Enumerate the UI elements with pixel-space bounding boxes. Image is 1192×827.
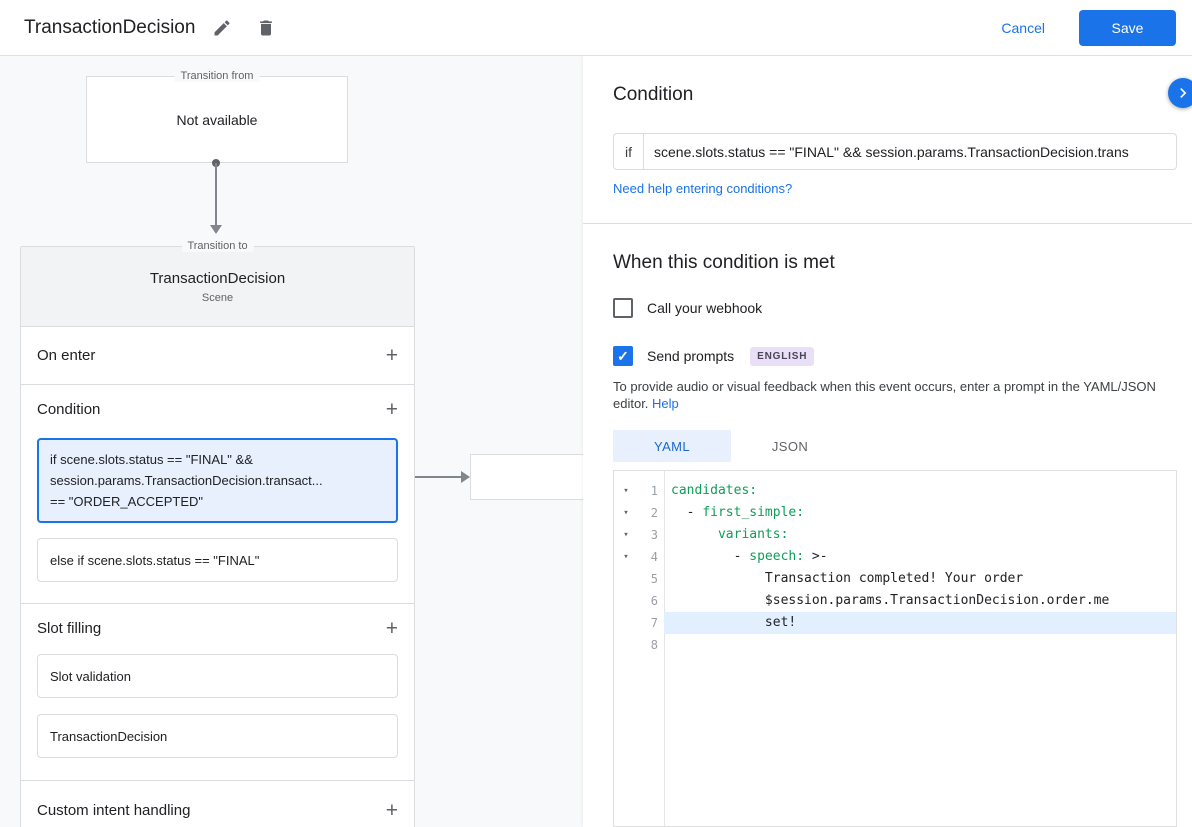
line-number: 2: [638, 506, 664, 520]
connector-line-vertical: [215, 163, 217, 225]
code-text: - first_simple:: [664, 502, 1176, 524]
fold-arrow-icon[interactable]: ▾: [614, 552, 638, 562]
condition-section-label: Condition: [37, 401, 100, 418]
edit-title-button[interactable]: [205, 11, 239, 45]
language-badge: ENGLISH: [750, 347, 814, 366]
transition-to-label: Transition to: [181, 240, 253, 252]
arrow-down-icon: [210, 225, 222, 234]
condition-section-header: Condition +: [21, 385, 414, 433]
slot-card[interactable]: TransactionDecision: [37, 714, 398, 758]
slot-card[interactable]: Slot validation: [37, 654, 398, 698]
trash-icon: [256, 18, 276, 38]
condition-line: else if scene.slots.status == "FINAL": [50, 553, 259, 568]
code-text: candidates:: [664, 480, 1176, 502]
condition-line: if scene.slots.status == "FINAL" &&: [50, 449, 385, 470]
call-webhook-row: Call your webhook: [613, 298, 762, 318]
send-prompts-checkbox[interactable]: [613, 346, 633, 366]
send-prompts-label: Send prompts: [647, 348, 734, 364]
condition-card[interactable]: else if scene.slots.status == "FINAL": [37, 538, 398, 582]
transition-from-box: Transition from Not available: [86, 76, 348, 163]
top-bar: TransactionDecision Cancel Save: [0, 0, 1192, 56]
add-slot-button[interactable]: +: [386, 618, 398, 639]
add-condition-button[interactable]: +: [386, 399, 398, 420]
code-text: $session.params.TransactionDecision.orde…: [664, 590, 1176, 612]
code-line[interactable]: 8: [614, 634, 1176, 656]
description-text: To provide audio or visual feedback when…: [613, 379, 1156, 411]
custom-intent-row[interactable]: Custom intent handling +: [21, 781, 414, 827]
editor-tab-bar: YAML JSON: [613, 430, 849, 462]
code-text: - speech: >-: [664, 546, 1176, 568]
code-text: variants:: [664, 524, 1176, 546]
yaml-editor[interactable]: ▾1candidates:▾2 - first_simple:▾3 varian…: [613, 470, 1177, 827]
page-title: TransactionDecision: [24, 17, 195, 39]
linked-node-box[interactable]: [470, 454, 587, 500]
topbar-actions: Cancel Save: [981, 10, 1176, 46]
condition-line: == "ORDER_ACCEPTED": [50, 491, 385, 512]
tab-yaml[interactable]: YAML: [613, 430, 731, 462]
code-text: set!: [664, 612, 1176, 634]
collapse-panel-button[interactable]: [1168, 78, 1192, 108]
slot-filling-section-header: Slot filling +: [21, 604, 414, 652]
condition-section: Condition + if scene.slots.status == "FI…: [21, 385, 414, 604]
line-number: 8: [638, 638, 664, 652]
line-number: 3: [638, 528, 664, 542]
fold-arrow-icon[interactable]: ▾: [614, 508, 638, 518]
send-prompts-row: Send prompts ENGLISH: [613, 346, 814, 366]
cancel-button[interactable]: Cancel: [981, 12, 1065, 44]
code-text: [664, 634, 1176, 656]
slot-filling-section: Slot filling + Slot validation Transacti…: [21, 604, 414, 781]
line-number: 5: [638, 572, 664, 586]
condition-card-selected[interactable]: if scene.slots.status == "FINAL" && sess…: [37, 438, 398, 523]
panel-title: Condition: [613, 84, 693, 106]
condition-line: session.params.TransactionDecision.trans…: [50, 470, 385, 491]
code-text: Transaction completed! Your order: [664, 568, 1176, 590]
slot-filling-label: Slot filling: [37, 620, 101, 637]
tab-json[interactable]: JSON: [731, 430, 849, 462]
save-button[interactable]: Save: [1079, 10, 1176, 46]
on-enter-row[interactable]: On enter +: [21, 327, 414, 385]
transition-from-label: Transition from: [175, 70, 260, 82]
line-number: 4: [638, 550, 664, 564]
chevron-right-icon: [1173, 83, 1192, 103]
condition-detail-panel: Condition if Need help entering conditio…: [583, 56, 1192, 827]
condition-expression-input[interactable]: [644, 134, 1176, 169]
code-line[interactable]: ▾1candidates:: [614, 480, 1176, 502]
code-line[interactable]: ▾4 - speech: >-: [614, 546, 1176, 568]
yaml-editor-lines: ▾1candidates:▾2 - first_simple:▾3 varian…: [614, 471, 1176, 656]
line-number: 1: [638, 484, 664, 498]
condition-help-link[interactable]: Need help entering conditions?: [613, 181, 792, 196]
scene-card-header: TransactionDecision Scene: [21, 247, 414, 327]
code-line[interactable]: 6 $session.params.TransactionDecision.or…: [614, 590, 1176, 612]
custom-intent-label: Custom intent handling: [37, 802, 190, 819]
help-link[interactable]: Help: [652, 396, 679, 411]
on-enter-label: On enter: [37, 347, 95, 364]
line-number: 6: [638, 594, 664, 608]
fold-arrow-icon[interactable]: ▾: [614, 486, 638, 496]
condition-expression-row: if: [613, 133, 1177, 170]
add-on-enter-button[interactable]: +: [386, 345, 398, 366]
delete-scene-button[interactable]: [249, 11, 283, 45]
slot-card-label: TransactionDecision: [50, 729, 167, 744]
pencil-icon: [212, 18, 232, 38]
fold-arrow-icon[interactable]: ▾: [614, 530, 638, 540]
panel-divider: [583, 223, 1192, 224]
code-line[interactable]: ▾2 - first_simple:: [614, 502, 1176, 524]
call-webhook-label: Call your webhook: [647, 300, 762, 316]
if-keyword-label: if: [614, 134, 644, 169]
code-line[interactable]: 5 Transaction completed! Your order: [614, 568, 1176, 590]
code-line[interactable]: ▾3 variants:: [614, 524, 1176, 546]
transition-from-value: Not available: [177, 112, 258, 128]
prompt-editor-description: To provide audio or visual feedback when…: [613, 378, 1179, 412]
code-line[interactable]: 7 set!: [614, 612, 1176, 634]
call-webhook-checkbox[interactable]: [613, 298, 633, 318]
slot-card-label: Slot validation: [50, 669, 131, 684]
scene-type: Scene: [202, 292, 233, 304]
scene-name: TransactionDecision: [150, 270, 285, 287]
arrow-right-icon: [461, 471, 470, 483]
scene-card: Transition to TransactionDecision Scene …: [20, 246, 415, 827]
when-condition-met-title: When this condition is met: [613, 252, 835, 274]
add-custom-intent-button[interactable]: +: [386, 800, 398, 821]
line-number: 7: [638, 616, 664, 630]
